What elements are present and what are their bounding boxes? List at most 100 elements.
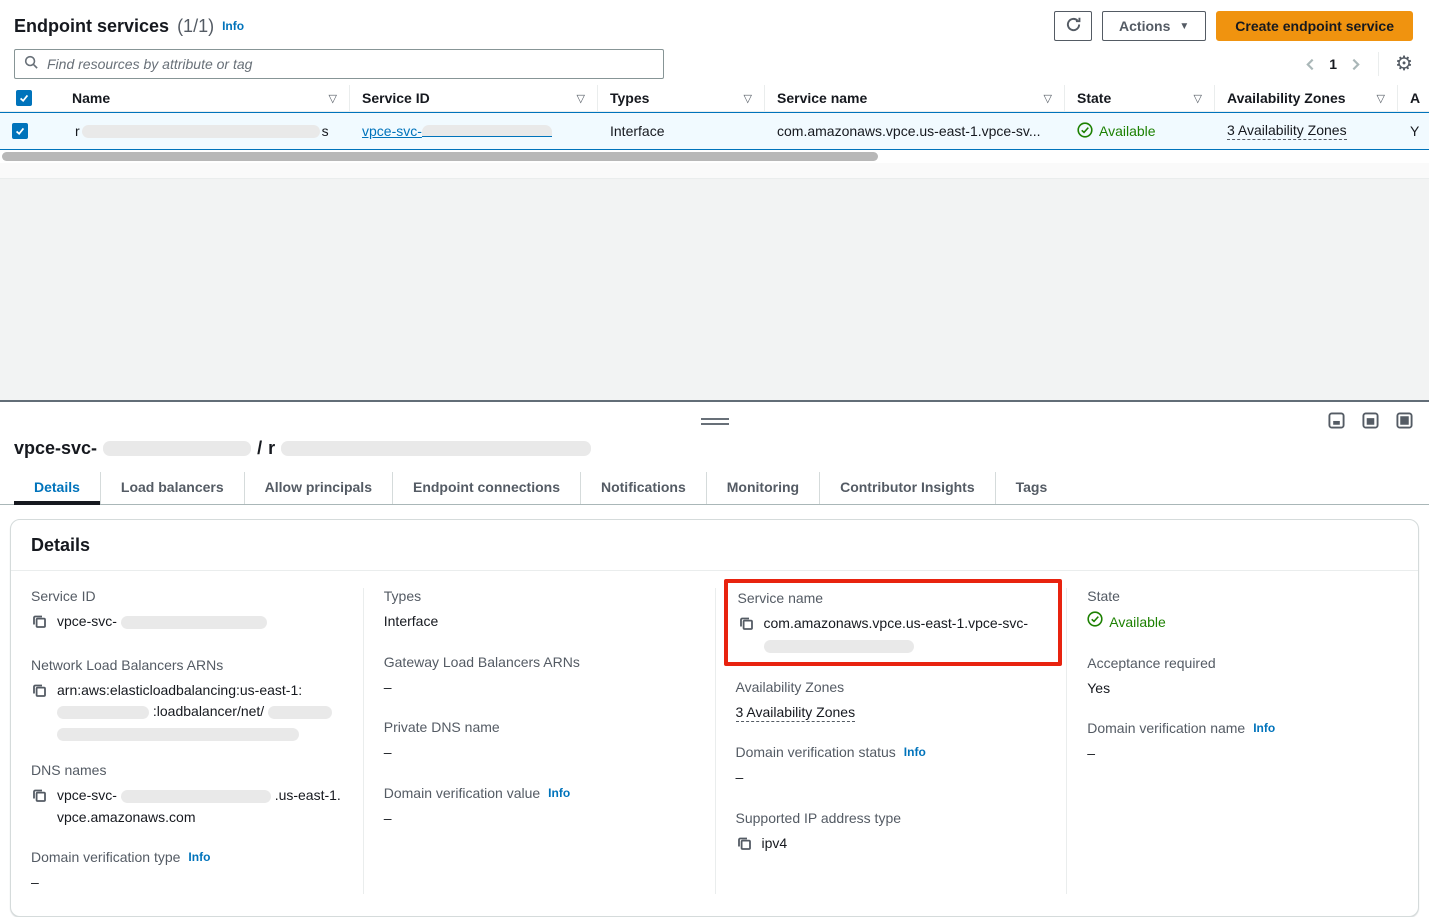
panel-title: vpce-svc- / r bbox=[0, 402, 1429, 459]
info-link[interactable]: Info bbox=[1253, 721, 1275, 735]
tab-allow-principals[interactable]: Allow principals bbox=[244, 472, 392, 504]
field-nlb-arns: Network Load Balancers ARNs arn:aws:elas… bbox=[31, 657, 347, 741]
column-header-service-id: Service ID ▽ bbox=[350, 85, 598, 111]
search-box[interactable] bbox=[14, 49, 664, 79]
filter-icon[interactable]: ▽ bbox=[1044, 92, 1052, 105]
copy-icon[interactable] bbox=[31, 787, 47, 810]
current-page[interactable]: 1 bbox=[1327, 56, 1339, 72]
preferences-gear-icon[interactable]: ⚙ bbox=[1395, 54, 1413, 74]
tab-tags[interactable]: Tags bbox=[995, 472, 1068, 504]
details-column-4: State Available Acceptance required bbox=[1066, 588, 1418, 894]
redacted-service-id bbox=[422, 125, 552, 137]
field-private-dns-name: Private DNS name – bbox=[384, 719, 699, 764]
service-id-value-prefix: vpce-svc- bbox=[57, 613, 117, 629]
column-label: Service ID bbox=[362, 90, 430, 106]
column-label: Availability Zones bbox=[1227, 90, 1346, 106]
split-panel: vpce-svc- / r Details Load balancers All… bbox=[0, 400, 1429, 893]
filter-icon[interactable]: ▽ bbox=[329, 92, 337, 105]
field-value: – bbox=[384, 742, 699, 764]
horizontal-scrollbar-thumb[interactable] bbox=[2, 152, 878, 161]
check-circle-icon bbox=[1087, 611, 1103, 634]
field-value: – bbox=[1087, 743, 1402, 765]
field-label: Domain verification name bbox=[1087, 720, 1245, 736]
create-endpoint-service-button[interactable]: Create endpoint service bbox=[1216, 11, 1413, 41]
field-availability-zones: Availability Zones 3 Availability Zones bbox=[736, 679, 1051, 724]
field-label: Service name bbox=[738, 590, 1049, 606]
row-name-cell: r s bbox=[60, 123, 350, 139]
field-value: – bbox=[384, 808, 699, 830]
field-glb-arns: Gateway Load Balancers ARNs – bbox=[384, 654, 699, 699]
field-domain-verification-status: Domain verification status Info – bbox=[736, 744, 1051, 789]
field-value: – bbox=[384, 677, 699, 699]
table-row[interactable]: r s vpce-svc- Interface com.amazonaws.vp… bbox=[0, 112, 1429, 150]
redacted-lb-name bbox=[268, 706, 332, 719]
pagination: 1 ⚙ bbox=[1304, 52, 1413, 76]
redacted-panel-name bbox=[281, 441, 591, 456]
field-label: Types bbox=[384, 588, 699, 604]
copy-icon[interactable] bbox=[31, 613, 47, 636]
service-name-highlight-box: Service name com.amazonaws.vpce.us-east-… bbox=[724, 579, 1063, 666]
row-service-name-cell: com.amazonaws.vpce.us-east-1.vpce-sv... bbox=[765, 123, 1065, 139]
service-id-prefix: vpce-svc- bbox=[362, 123, 422, 139]
availability-zones-detail-link[interactable]: 3 Availability Zones bbox=[736, 704, 856, 722]
field-domain-verification-name: Domain verification name Info – bbox=[1087, 720, 1402, 765]
info-link[interactable]: Info bbox=[904, 745, 926, 759]
row-availability-zones-cell: 3 Availability Zones bbox=[1215, 122, 1398, 140]
tab-endpoint-connections[interactable]: Endpoint connections bbox=[392, 472, 580, 504]
service-id-link[interactable]: vpce-svc- bbox=[362, 123, 552, 139]
redacted-dns bbox=[121, 790, 271, 803]
field-label: Domain verification status bbox=[736, 744, 896, 760]
tab-load-balancers[interactable]: Load balancers bbox=[100, 472, 244, 504]
column-label: Types bbox=[610, 90, 649, 106]
next-page-button[interactable] bbox=[1349, 58, 1362, 71]
panel-size-medium-icon[interactable] bbox=[1362, 412, 1379, 432]
panel-size-full-icon[interactable] bbox=[1396, 412, 1413, 432]
filter-icon[interactable]: ▽ bbox=[744, 92, 752, 105]
field-domain-verification-type: Domain verification type Info – bbox=[31, 849, 347, 894]
panel-size-small-icon[interactable] bbox=[1328, 412, 1345, 432]
actions-button-label: Actions bbox=[1119, 18, 1170, 34]
split-panel-drag-handle[interactable] bbox=[701, 418, 729, 425]
select-all-checkbox[interactable] bbox=[16, 90, 32, 106]
header-info-link[interactable]: Info bbox=[222, 19, 244, 33]
info-link[interactable]: Info bbox=[548, 786, 570, 800]
filter-icon[interactable]: ▽ bbox=[1377, 92, 1385, 105]
row-service-name-value: com.amazonaws.vpce.us-east-1.vpce-sv... bbox=[777, 123, 1041, 139]
tab-notifications[interactable]: Notifications bbox=[580, 472, 706, 504]
info-link[interactable]: Info bbox=[188, 850, 210, 864]
details-card: Details Service ID vpce-svc- bbox=[10, 519, 1419, 917]
search-input[interactable] bbox=[47, 56, 654, 72]
row-checkbox[interactable] bbox=[12, 123, 28, 139]
service-id-value: vpce-svc- bbox=[57, 611, 267, 633]
prev-page-button[interactable] bbox=[1304, 58, 1317, 71]
row-select-cell bbox=[0, 123, 60, 139]
redacted-name bbox=[82, 125, 320, 138]
field-label: Domain verification type bbox=[31, 849, 180, 865]
field-types: Types Interface bbox=[384, 588, 699, 633]
horizontal-scrollbar bbox=[0, 150, 1429, 163]
availability-zones-popover-link[interactable]: 3 Availability Zones bbox=[1227, 122, 1347, 140]
column-header-service-name: Service name ▽ bbox=[765, 85, 1065, 111]
select-all-cell bbox=[0, 85, 60, 111]
details-column-3: Service name com.amazonaws.vpce.us-east-… bbox=[715, 588, 1067, 894]
tab-monitoring[interactable]: Monitoring bbox=[706, 472, 819, 504]
field-domain-verification-value: Domain verification value Info – bbox=[384, 785, 699, 830]
create-button-label: Create endpoint service bbox=[1235, 18, 1394, 34]
state-label: Available bbox=[1099, 123, 1156, 139]
refresh-button[interactable] bbox=[1054, 11, 1092, 41]
copy-icon[interactable] bbox=[31, 682, 47, 705]
column-header-availability-zones: Availability Zones ▽ bbox=[1215, 85, 1398, 111]
filter-icon[interactable]: ▽ bbox=[577, 92, 585, 105]
actions-button[interactable]: Actions ▼ bbox=[1102, 11, 1206, 41]
pager-divider bbox=[1378, 52, 1379, 76]
refresh-icon bbox=[1065, 16, 1082, 36]
copy-icon[interactable] bbox=[738, 615, 754, 638]
tab-contributor-insights[interactable]: Contributor Insights bbox=[819, 472, 995, 504]
field-value: Yes bbox=[1087, 678, 1402, 700]
tab-details[interactable]: Details bbox=[14, 472, 100, 504]
copy-icon[interactable] bbox=[736, 835, 752, 858]
nlb-arn-part1: arn:aws:elasticloadbalancing:us-east-1: bbox=[57, 682, 302, 698]
content-background bbox=[0, 179, 1429, 400]
filter-icon[interactable]: ▽ bbox=[1194, 92, 1202, 105]
field-value: ipv4 bbox=[762, 833, 788, 855]
